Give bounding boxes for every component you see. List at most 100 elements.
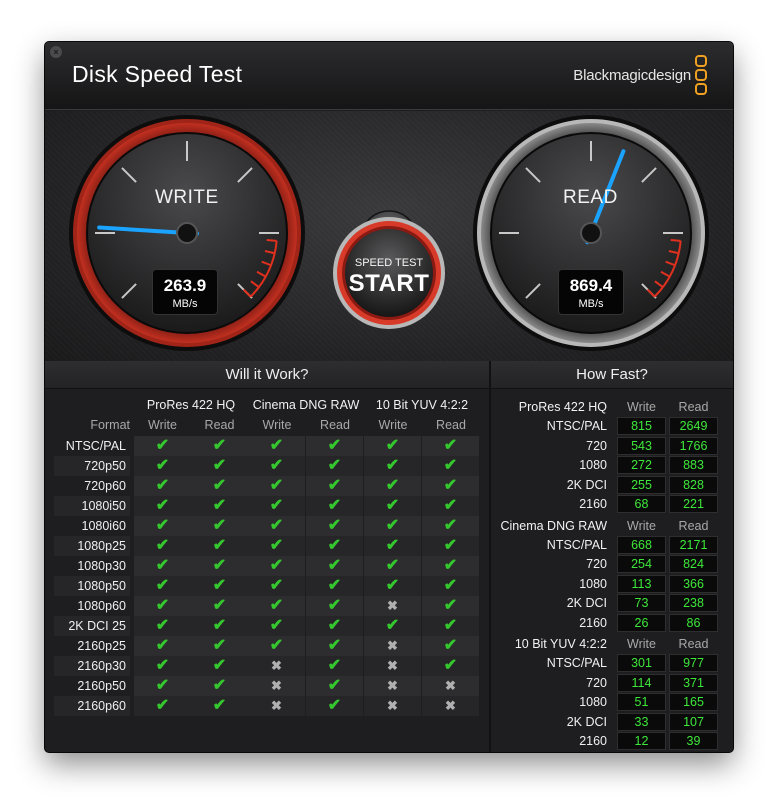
check-icon: ✔: [306, 676, 363, 696]
check-icon: ✔: [422, 596, 479, 616]
write-speed-cell: 26: [617, 613, 666, 632]
write-speed-cell: 301: [617, 654, 666, 672]
subcol-header: Write: [262, 418, 292, 432]
check-icon: ✔: [248, 576, 305, 596]
table-row: NTSC/PAL ✔ ✔ ✔ ✔ ✔ ✔: [54, 436, 480, 456]
read-speed-cell: 107: [669, 712, 718, 731]
check-icon: ✔: [134, 536, 191, 556]
table-row: NTSC/PAL 815 2649: [497, 417, 725, 435]
check-icon: ✔: [191, 456, 248, 476]
format-label: NTSC/PAL: [546, 656, 607, 670]
start-button[interactable]: SPEED TEST START: [332, 216, 446, 330]
read-speed-cell: 883: [669, 456, 718, 474]
check-icon: ✔: [306, 556, 363, 576]
table-row: NTSC/PAL 301 977: [497, 654, 725, 672]
table-row: 1080 113 366: [497, 574, 725, 593]
write-speed-cell: 33: [617, 712, 666, 731]
check-icon: ✔: [134, 576, 191, 596]
write-speed-cell: 73: [617, 594, 666, 612]
check-icon: ✔: [364, 556, 421, 576]
subcol-header: Write: [148, 418, 177, 432]
format-label: 2K DCI: [566, 714, 607, 729]
read-speed-cell: 977: [669, 654, 718, 672]
table-row: 720p50 ✔ ✔ ✔ ✔ ✔ ✔: [54, 456, 480, 476]
read-speed-cell: 371: [669, 673, 718, 692]
check-icon: ✔: [306, 536, 363, 556]
check-icon: ✔: [191, 696, 248, 716]
format-label: 1080p50: [54, 576, 130, 596]
format-label: 1080: [579, 695, 607, 709]
check-icon: ✔: [306, 616, 363, 636]
table-row: 1080i50 ✔ ✔ ✔ ✔ ✔ ✔: [54, 496, 480, 516]
cross-icon: ✖: [364, 596, 421, 616]
write-speed-cell: 668: [617, 535, 666, 554]
check-icon: ✔: [191, 616, 248, 636]
format-label: 2K DCI 25: [54, 616, 130, 636]
table-row: 2K DCI 25 ✔ ✔ ✔ ✔ ✔ ✔: [54, 616, 480, 636]
how-fast-group-header: ProRes 422 HQ Write Read: [497, 398, 725, 416]
check-icon: ✔: [248, 636, 305, 656]
check-icon: ✔: [248, 476, 305, 496]
table-row: 2160p60 ✔ ✔ ✖ ✔ ✖ ✖: [54, 696, 480, 716]
check-icon: ✔: [422, 616, 479, 636]
format-label: 1080p25: [54, 536, 130, 556]
format-label: 720: [586, 438, 607, 453]
check-icon: ✔: [422, 636, 479, 656]
table-row: NTSC/PAL 668 2171: [497, 535, 725, 554]
check-icon: ✔: [134, 696, 191, 716]
check-icon: ✔: [306, 696, 363, 716]
cross-icon: ✖: [364, 696, 421, 716]
read-speed-unit: MB/s: [578, 298, 604, 310]
write-speed-cell: 68: [617, 495, 666, 513]
group-cinema-dng: Cinema DNG RAW: [252, 398, 360, 412]
check-icon: ✔: [422, 656, 479, 676]
disk-speed-test-window: × Disk Speed Test Blackmagicdesign WRITE…: [45, 42, 733, 752]
check-icon: ✔: [134, 676, 191, 696]
check-icon: ✔: [306, 576, 363, 596]
read-speed-cell: 824: [669, 555, 718, 573]
table-row: 1080p30 ✔ ✔ ✔ ✔ ✔ ✔: [54, 556, 480, 576]
check-icon: ✔: [306, 496, 363, 516]
check-icon: ✔: [422, 456, 479, 476]
read-header: Read: [678, 518, 709, 533]
write-speed-cell: 51: [617, 693, 666, 711]
format-label: 2160p60: [54, 696, 130, 716]
check-icon: ✔: [191, 476, 248, 496]
table-row: 1080p50 ✔ ✔ ✔ ✔ ✔ ✔: [54, 576, 480, 596]
cross-icon: ✖: [248, 696, 305, 716]
check-icon: ✔: [191, 516, 248, 536]
table-row: 720 543 1766: [497, 436, 725, 455]
check-icon: ✔: [134, 656, 191, 676]
check-icon: ✔: [191, 496, 248, 516]
format-label: NTSC/PAL: [65, 439, 126, 453]
table-row: 2160p25 ✔ ✔ ✔ ✔ ✖ ✔: [54, 636, 480, 656]
read-gauge-hub: [580, 222, 602, 244]
check-icon: ✔: [191, 676, 248, 696]
cross-icon: ✖: [364, 636, 421, 656]
check-icon: ✔: [422, 516, 479, 536]
format-label: 1080i60: [81, 519, 127, 533]
table-row: 2K DCI 73 238: [497, 594, 725, 612]
write-speed-cell: 12: [617, 732, 666, 750]
write-header: Write: [627, 400, 656, 414]
gauge-panel: WRITE 263.9 MB/s READ 869.4 MB/s SPEED T…: [45, 111, 733, 361]
check-icon: ✔: [364, 536, 421, 556]
close-button[interactable]: ×: [50, 46, 62, 58]
cross-icon: ✖: [248, 676, 305, 696]
table-row: 1080p25 ✔ ✔ ✔ ✔ ✔ ✔: [54, 536, 480, 556]
format-label: 720: [586, 557, 607, 571]
format-label: NTSC/PAL: [546, 537, 607, 552]
check-icon: ✔: [306, 476, 363, 496]
read-speed-cell: 165: [669, 693, 718, 711]
table-row: 2160 68 221: [497, 495, 725, 513]
check-icon: ✔: [422, 576, 479, 596]
check-icon: ✔: [191, 536, 248, 556]
cross-icon: ✖: [364, 656, 421, 676]
format-label: 2160: [579, 497, 607, 511]
table-row: 2K DCI 255 828: [497, 475, 725, 494]
panel-divider: [489, 361, 491, 752]
write-speed-unit: MB/s: [172, 298, 198, 310]
start-button-caption: SPEED TEST: [354, 257, 424, 269]
format-label: 1080: [579, 576, 607, 591]
format-label: 2160: [579, 734, 607, 748]
